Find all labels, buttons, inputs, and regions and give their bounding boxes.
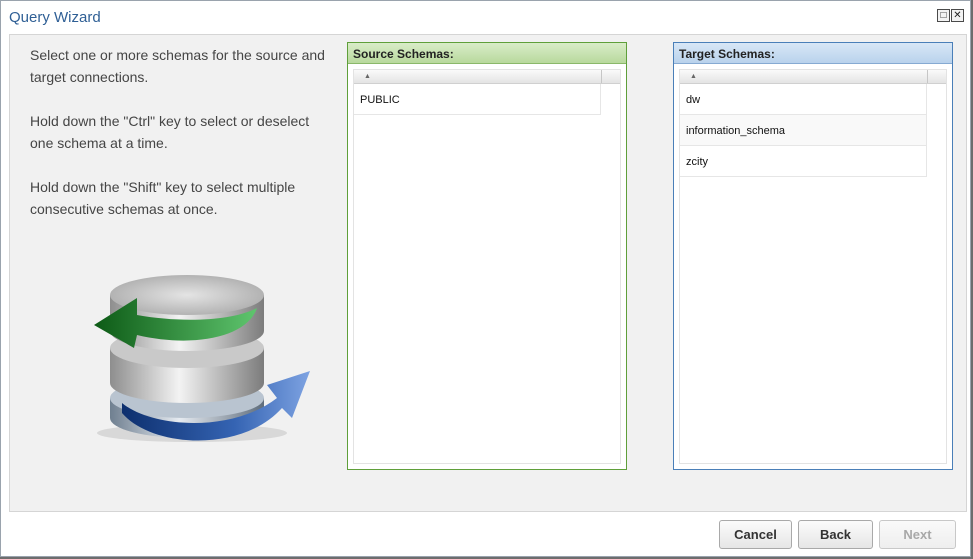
target-schema-label: information_schema [686,125,786,137]
source-column-header[interactable]: ▲ [354,70,620,84]
cancel-button[interactable]: Cancel [719,520,792,549]
source-schemas-header: Source Schemas: [348,43,626,64]
dialog-title: Query Wizard [9,9,101,26]
target-schemas-header: Target Schemas: [674,43,952,64]
list-item[interactable]: dw [680,84,927,115]
source-schemas-panel: Source Schemas: ▲ PUBLIC [347,42,627,470]
instruction-select: Select one or more schemas for the sourc… [30,47,325,85]
instruction-shift: Hold down the "Shift" key to select mult… [30,179,296,217]
sort-ascending-icon: ▲ [690,73,697,80]
close-icon[interactable]: ✕ [951,9,964,22]
target-schema-label: dw [686,94,701,106]
column-divider [927,70,928,83]
list-item[interactable]: PUBLIC [354,84,601,115]
next-button[interactable]: Next [879,520,956,549]
target-schemas-list[interactable]: ▲ dw information_schema zcity [679,69,947,464]
source-schema-label: PUBLIC [360,94,400,106]
list-item[interactable]: information_schema [680,115,927,146]
back-button[interactable]: Back [798,520,873,549]
instruction-ctrl: Hold down the "Ctrl" key to select or de… [30,113,310,151]
sort-ascending-icon: ▲ [364,73,371,80]
maximize-icon[interactable]: □ [937,9,950,22]
footer-buttons: Cancel Back Next [719,520,956,549]
database-sync-icon [94,275,310,442]
list-item[interactable]: zcity [680,146,927,177]
target-schema-label: zcity [686,156,708,168]
dialog-body: Select one or more schemas for the sourc… [9,34,967,512]
window-controls: □ ✕ [937,9,964,22]
source-schemas-list[interactable]: ▲ PUBLIC [353,69,621,464]
instructions: Select one or more schemas for the sourc… [30,44,330,242]
column-divider [601,70,602,83]
title-bar[interactable]: Query Wizard □ ✕ [1,1,970,31]
target-schemas-panel: Target Schemas: ▲ dw information_schema … [673,42,953,470]
query-wizard-dialog: Query Wizard □ ✕ Select one or more sche… [0,0,971,557]
target-column-header[interactable]: ▲ [680,70,946,84]
